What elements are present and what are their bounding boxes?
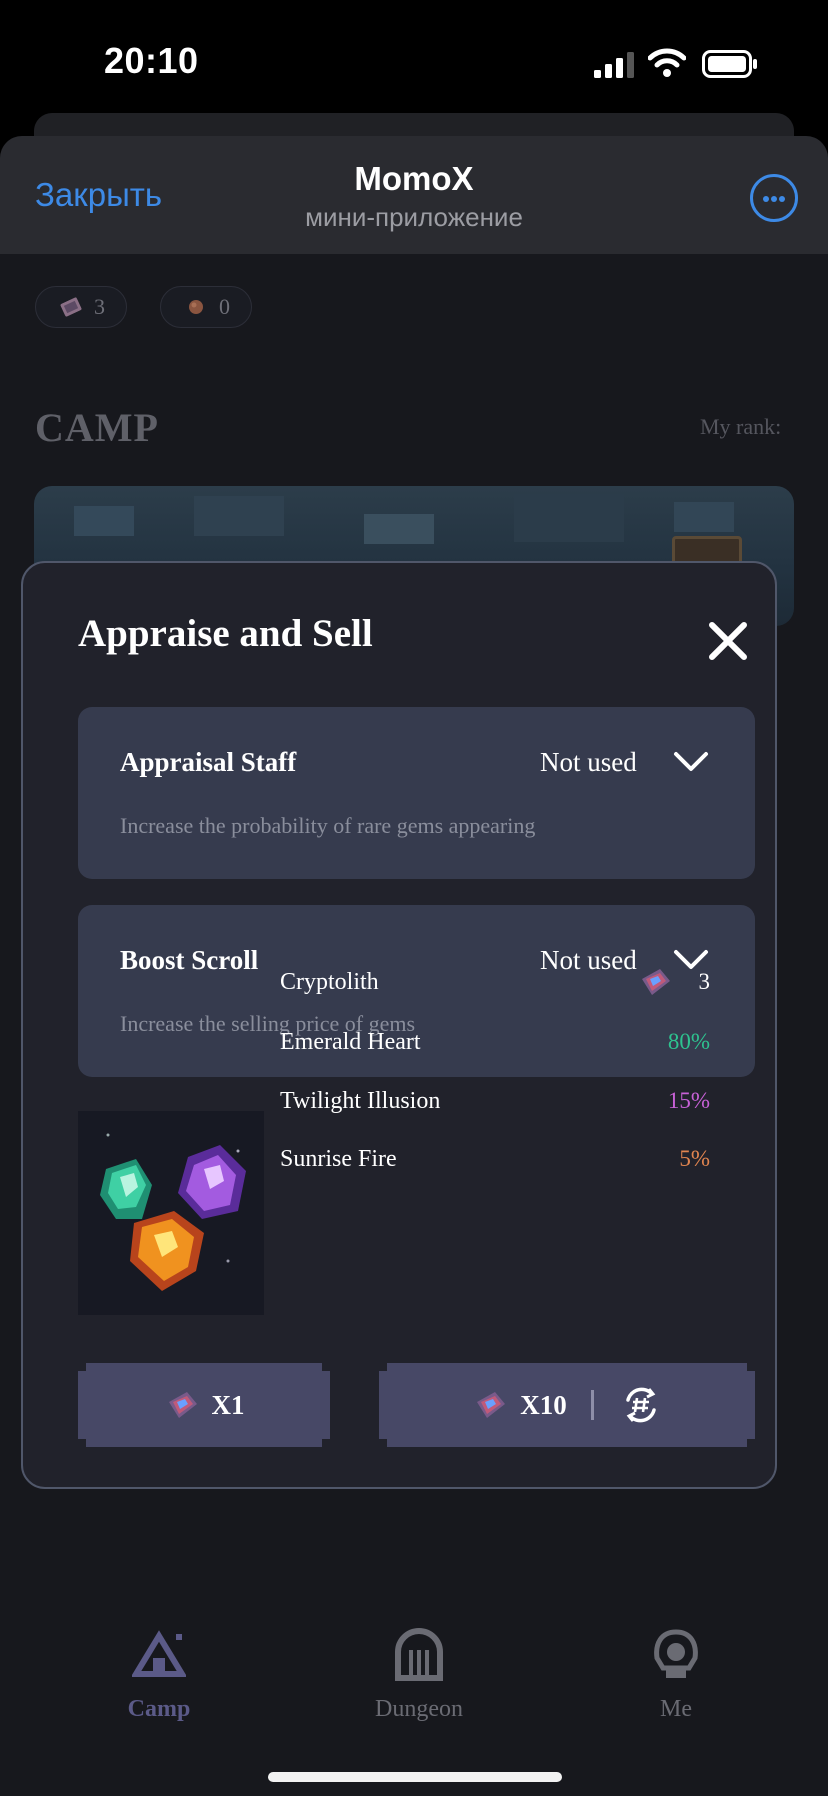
appraisal-staff-title: Appraisal Staff	[120, 747, 297, 777]
profile-hood-icon	[654, 1629, 698, 1678]
appraise-sell-modal: Appraise and Sell Appraisal Staff Not us…	[21, 561, 777, 1489]
app-subtitle: мини-приложение	[305, 202, 523, 232]
my-rank-label: My rank:	[700, 414, 782, 439]
modal-title: Appraise and Sell	[78, 612, 373, 655]
more-options-button[interactable]	[750, 174, 798, 222]
cryptolith-icon	[168, 1392, 197, 1418]
camp-title: CAMP	[35, 405, 159, 450]
ore-counter: 0	[160, 286, 252, 328]
odds-row-emerald: Emerald Heart 80%	[280, 1029, 710, 1069]
nav-item-camp[interactable]: Camp	[59, 1628, 259, 1723]
cryptolith-counter: 3	[35, 286, 127, 328]
dungeon-gate-icon	[395, 1628, 443, 1681]
appraise-x10-button[interactable]: X10	[379, 1363, 755, 1447]
odds-name: Twilight Illusion	[280, 1088, 441, 1114]
home-indicator[interactable]	[268, 1772, 562, 1782]
appraise-x1-button[interactable]: X1	[78, 1363, 330, 1447]
appraisal-staff-state: Not used	[540, 747, 637, 777]
camp-tent-icon	[132, 1630, 186, 1677]
odds-chance: 80%	[667, 1029, 710, 1054]
gems-image	[78, 1111, 264, 1315]
battery-icon	[702, 50, 757, 78]
nav-item-me[interactable]: Me	[576, 1628, 776, 1723]
chevron-down-icon[interactable]	[672, 749, 710, 775]
odds-name: Emerald Heart	[280, 1029, 421, 1055]
bottom-nav: Camp Dungeon Me	[0, 1628, 828, 1748]
odds-name: Sunrise Fire	[280, 1146, 397, 1172]
cryptolith-info: Cryptolith 3	[280, 969, 710, 1009]
cryptolith-count-value: 3	[698, 969, 711, 994]
status-time: 20:10	[104, 40, 199, 81]
ore-count: 0	[219, 294, 230, 319]
x1-label: X1	[211, 1389, 245, 1420]
cryptolith-count: 3	[94, 294, 105, 319]
cryptolith-icon	[60, 297, 82, 317]
odds-row-sunrise: Sunrise Fire 5%	[280, 1146, 710, 1186]
nav-item-dungeon[interactable]: Dungeon	[319, 1628, 519, 1723]
ore-icon	[189, 300, 203, 314]
cellular-signal-icon	[594, 52, 634, 78]
cryptolith-icon	[642, 969, 670, 995]
hash-refresh-icon[interactable]	[620, 1384, 662, 1426]
nav-label-dungeon: Dungeon	[375, 1696, 463, 1722]
appraisal-staff-description: Increase the probability of rare gems ap…	[120, 813, 536, 838]
wifi-icon	[648, 48, 686, 77]
button-divider	[590, 1390, 594, 1420]
status-bar: 20:10	[0, 0, 828, 120]
nav-label-camp: Camp	[127, 1696, 191, 1722]
x10-label: X10	[520, 1389, 567, 1420]
cryptolith-icon	[477, 1392, 506, 1418]
odds-chance: 15%	[667, 1088, 710, 1113]
nav-label-me: Me	[660, 1696, 692, 1722]
boost-scroll-title: Boost Scroll	[120, 945, 259, 975]
app-title: MomoX	[354, 160, 474, 197]
odds-chance: 5%	[679, 1146, 710, 1171]
mini-app-header: Закрыть MomoX мини-приложение	[0, 136, 828, 254]
close-icon[interactable]	[704, 617, 752, 665]
cryptolith-label: Cryptolith	[280, 969, 379, 995]
appraisal-staff-card[interactable]: Appraisal Staff Not used Increase the pr…	[78, 707, 755, 879]
odds-row-twilight: Twilight Illusion 15%	[280, 1088, 710, 1128]
